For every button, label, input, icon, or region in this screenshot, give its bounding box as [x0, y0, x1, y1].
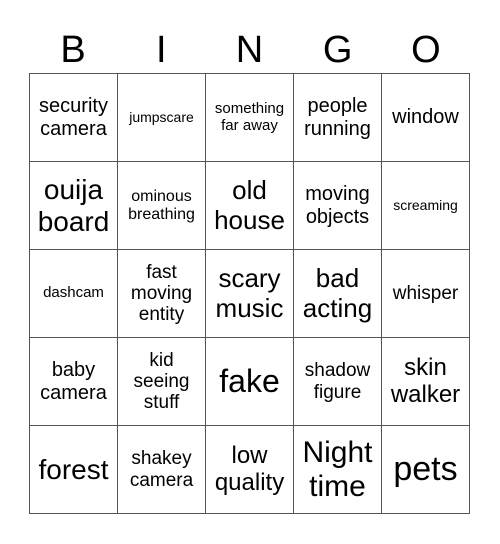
bingo-cell[interactable]: ominous breathing [118, 162, 206, 250]
header-letter-g: G [322, 29, 353, 71]
bingo-cell[interactable]: jumpscare [118, 74, 206, 162]
bingo-cell[interactable]: ouija board [30, 162, 118, 250]
bingo-cell[interactable]: something far away [206, 74, 294, 162]
bingo-cell[interactable]: shakey camera [118, 426, 206, 514]
header-letter-b: B [60, 29, 86, 71]
bingo-cell[interactable]: shadow figure [294, 338, 382, 426]
header-letter-o: O [411, 29, 441, 71]
bingo-cell[interactable]: fake [206, 338, 294, 426]
bingo-cell[interactable]: window [382, 74, 470, 162]
bingo-cell[interactable]: kid seeing stuff [118, 338, 206, 426]
bingo-cell[interactable]: pets [382, 426, 470, 514]
bingo-cell[interactable]: baby camera [30, 338, 118, 426]
bingo-cell[interactable]: whisper [382, 250, 470, 338]
bingo-cell[interactable]: bad acting [294, 250, 382, 338]
bingo-cell[interactable]: security camera [30, 74, 118, 162]
bingo-cell[interactable]: skin walker [382, 338, 470, 426]
bingo-cell[interactable]: screaming [382, 162, 470, 250]
bingo-cell[interactable]: forest [30, 426, 118, 514]
bingo-cell[interactable]: dashcam [30, 250, 118, 338]
bingo-grid: security camera jumpscare something far … [29, 73, 470, 514]
header-letter-i: I [156, 29, 167, 71]
header-letter-n: N [235, 29, 264, 71]
bingo-cell[interactable]: Night time [294, 426, 382, 514]
bingo-cell[interactable]: people running [294, 74, 382, 162]
bingo-cell[interactable]: low quality [206, 426, 294, 514]
bingo-cell[interactable]: fast moving entity [118, 250, 206, 338]
bingo-header: B I N G O [29, 28, 470, 72]
bingo-cell[interactable]: moving objects [294, 162, 382, 250]
bingo-cell[interactable]: scary music [206, 250, 294, 338]
bingo-cell[interactable]: old house [206, 162, 294, 250]
